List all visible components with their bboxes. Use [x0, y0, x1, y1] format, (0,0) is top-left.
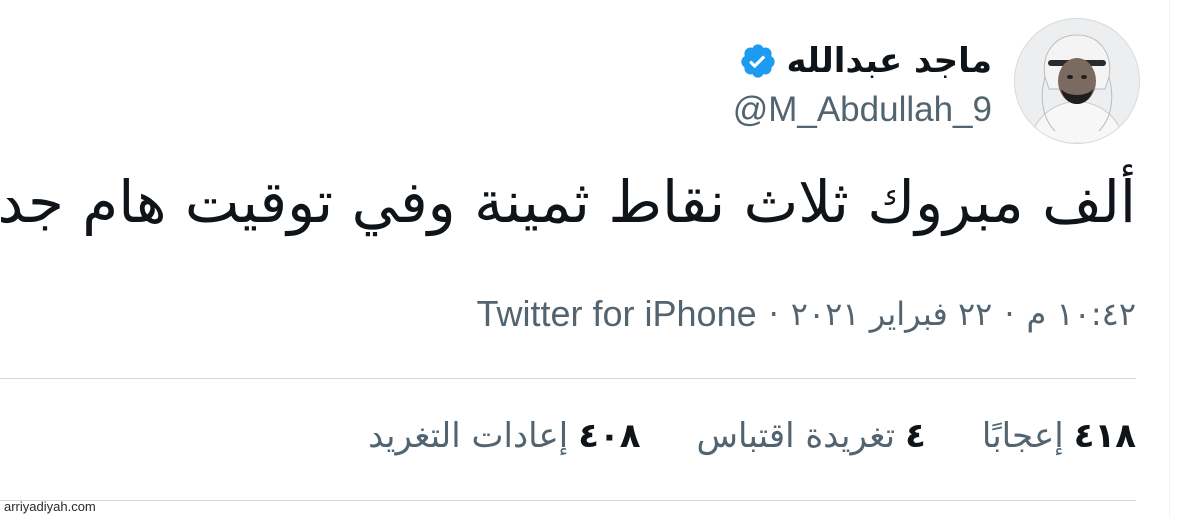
- quote-tweets-stat[interactable]: ٤ تغريدة اقتباس: [696, 412, 925, 460]
- verified-badge-icon: [740, 44, 775, 78]
- tweet-time[interactable]: ١٠:٤٢ م: [1026, 292, 1136, 336]
- tweet-card: ماجد عبدالله @M_Abdullah_9 ألف مبروك ثلا…: [0, 0, 1200, 518]
- tweet-stats: ٤٠٨ إعادات التغريد ٤ تغريدة اقتباس ٤١٨ إ…: [368, 412, 1136, 460]
- card-border: [1169, 0, 1170, 518]
- meta-separator: ·: [1004, 295, 1015, 333]
- avatar-photo: [1015, 19, 1139, 143]
- tweet-header: ماجد عبدالله @M_Abdullah_9: [733, 18, 1140, 146]
- quote-tweets-label: تغريدة اقتباس: [696, 416, 896, 456]
- retweets-count: ٤٠٨: [578, 416, 641, 456]
- watermark: arriyadiyah.com: [4, 499, 96, 514]
- likes-label: إعجابًا: [981, 416, 1064, 456]
- retweets-label: إعادات التغريد: [368, 416, 569, 456]
- author-handle[interactable]: @M_Abdullah_9: [733, 90, 992, 130]
- author-display-name[interactable]: ماجد عبدالله: [787, 40, 992, 82]
- avatar[interactable]: [1014, 18, 1140, 144]
- tweet-date[interactable]: ٢٢ فبراير ٢٠٢١: [791, 292, 993, 336]
- retweets-stat[interactable]: ٤٠٨ إعادات التغريد: [368, 412, 640, 460]
- likes-count: ٤١٨: [1073, 416, 1136, 456]
- name-row: ماجد عبدالله: [739, 40, 992, 82]
- likes-stat[interactable]: ٤١٨ إعجابًا: [982, 412, 1136, 460]
- tweet-meta: ١٠:٤٢ م · ٢٢ فبراير ٢٠٢١ · Twitter for i…: [476, 292, 1136, 336]
- divider: [0, 500, 1136, 501]
- meta-separator: ·: [768, 295, 779, 333]
- quote-tweets-count: ٤: [905, 416, 926, 456]
- author-identity: ماجد عبدالله @M_Abdullah_9: [733, 18, 992, 130]
- divider: [0, 378, 1136, 379]
- tweet-text: ألف مبروك ثلاث نقاط ثمينة وفي توقيت هام …: [0, 168, 1136, 236]
- tweet-source[interactable]: Twitter for iPhone: [476, 292, 756, 336]
